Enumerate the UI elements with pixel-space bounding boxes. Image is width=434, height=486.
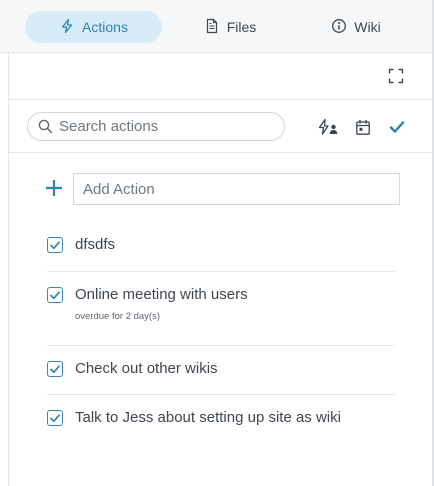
search-icon	[38, 119, 53, 134]
divider	[47, 345, 395, 346]
calendar-icon[interactable]	[354, 117, 372, 137]
tab-bar: Actions Files Wiki	[0, 0, 432, 53]
action-checkbox[interactable]	[47, 410, 63, 426]
assigned-filter-icon[interactable]	[317, 117, 339, 137]
action-checkbox[interactable]	[47, 237, 63, 253]
file-icon	[204, 18, 220, 37]
tab-label: Actions	[82, 19, 128, 35]
action-label[interactable]: Check out other wikis	[75, 361, 218, 377]
fullscreen-icon[interactable]	[387, 67, 405, 85]
overdue-note: overdue for 2 day(s)	[75, 311, 161, 322]
panel-toolbar	[9, 53, 432, 100]
checkmark-icon	[50, 290, 60, 299]
action-label[interactable]: Talk to Jess about setting up site as wi…	[75, 410, 341, 426]
completed-filter-icon[interactable]	[388, 117, 406, 137]
checkmark-icon	[50, 364, 60, 373]
tab-label: Wiki	[354, 19, 381, 35]
add-action-button[interactable]	[44, 178, 64, 198]
checkmark-icon	[50, 413, 60, 422]
checkmark-icon	[50, 240, 60, 249]
add-action-input[interactable]	[73, 173, 400, 205]
plus-icon	[46, 180, 62, 196]
search-input[interactable]	[59, 118, 269, 135]
action-checkbox[interactable]	[47, 361, 63, 377]
search-row	[9, 100, 432, 153]
action-checkbox[interactable]	[47, 287, 63, 303]
tab-label: Files	[226, 19, 257, 35]
bolt-icon	[59, 18, 75, 37]
divider	[47, 394, 395, 395]
action-label[interactable]: dfsdfs	[75, 237, 115, 253]
divider	[47, 271, 395, 272]
action-label[interactable]: Online meeting with users	[75, 287, 248, 303]
search-box	[27, 112, 285, 141]
tab-files[interactable]: Files	[192, 11, 268, 43]
tab-wiki[interactable]: Wiki	[318, 11, 394, 43]
tab-actions[interactable]: Actions	[25, 11, 162, 43]
info-icon	[331, 18, 347, 37]
